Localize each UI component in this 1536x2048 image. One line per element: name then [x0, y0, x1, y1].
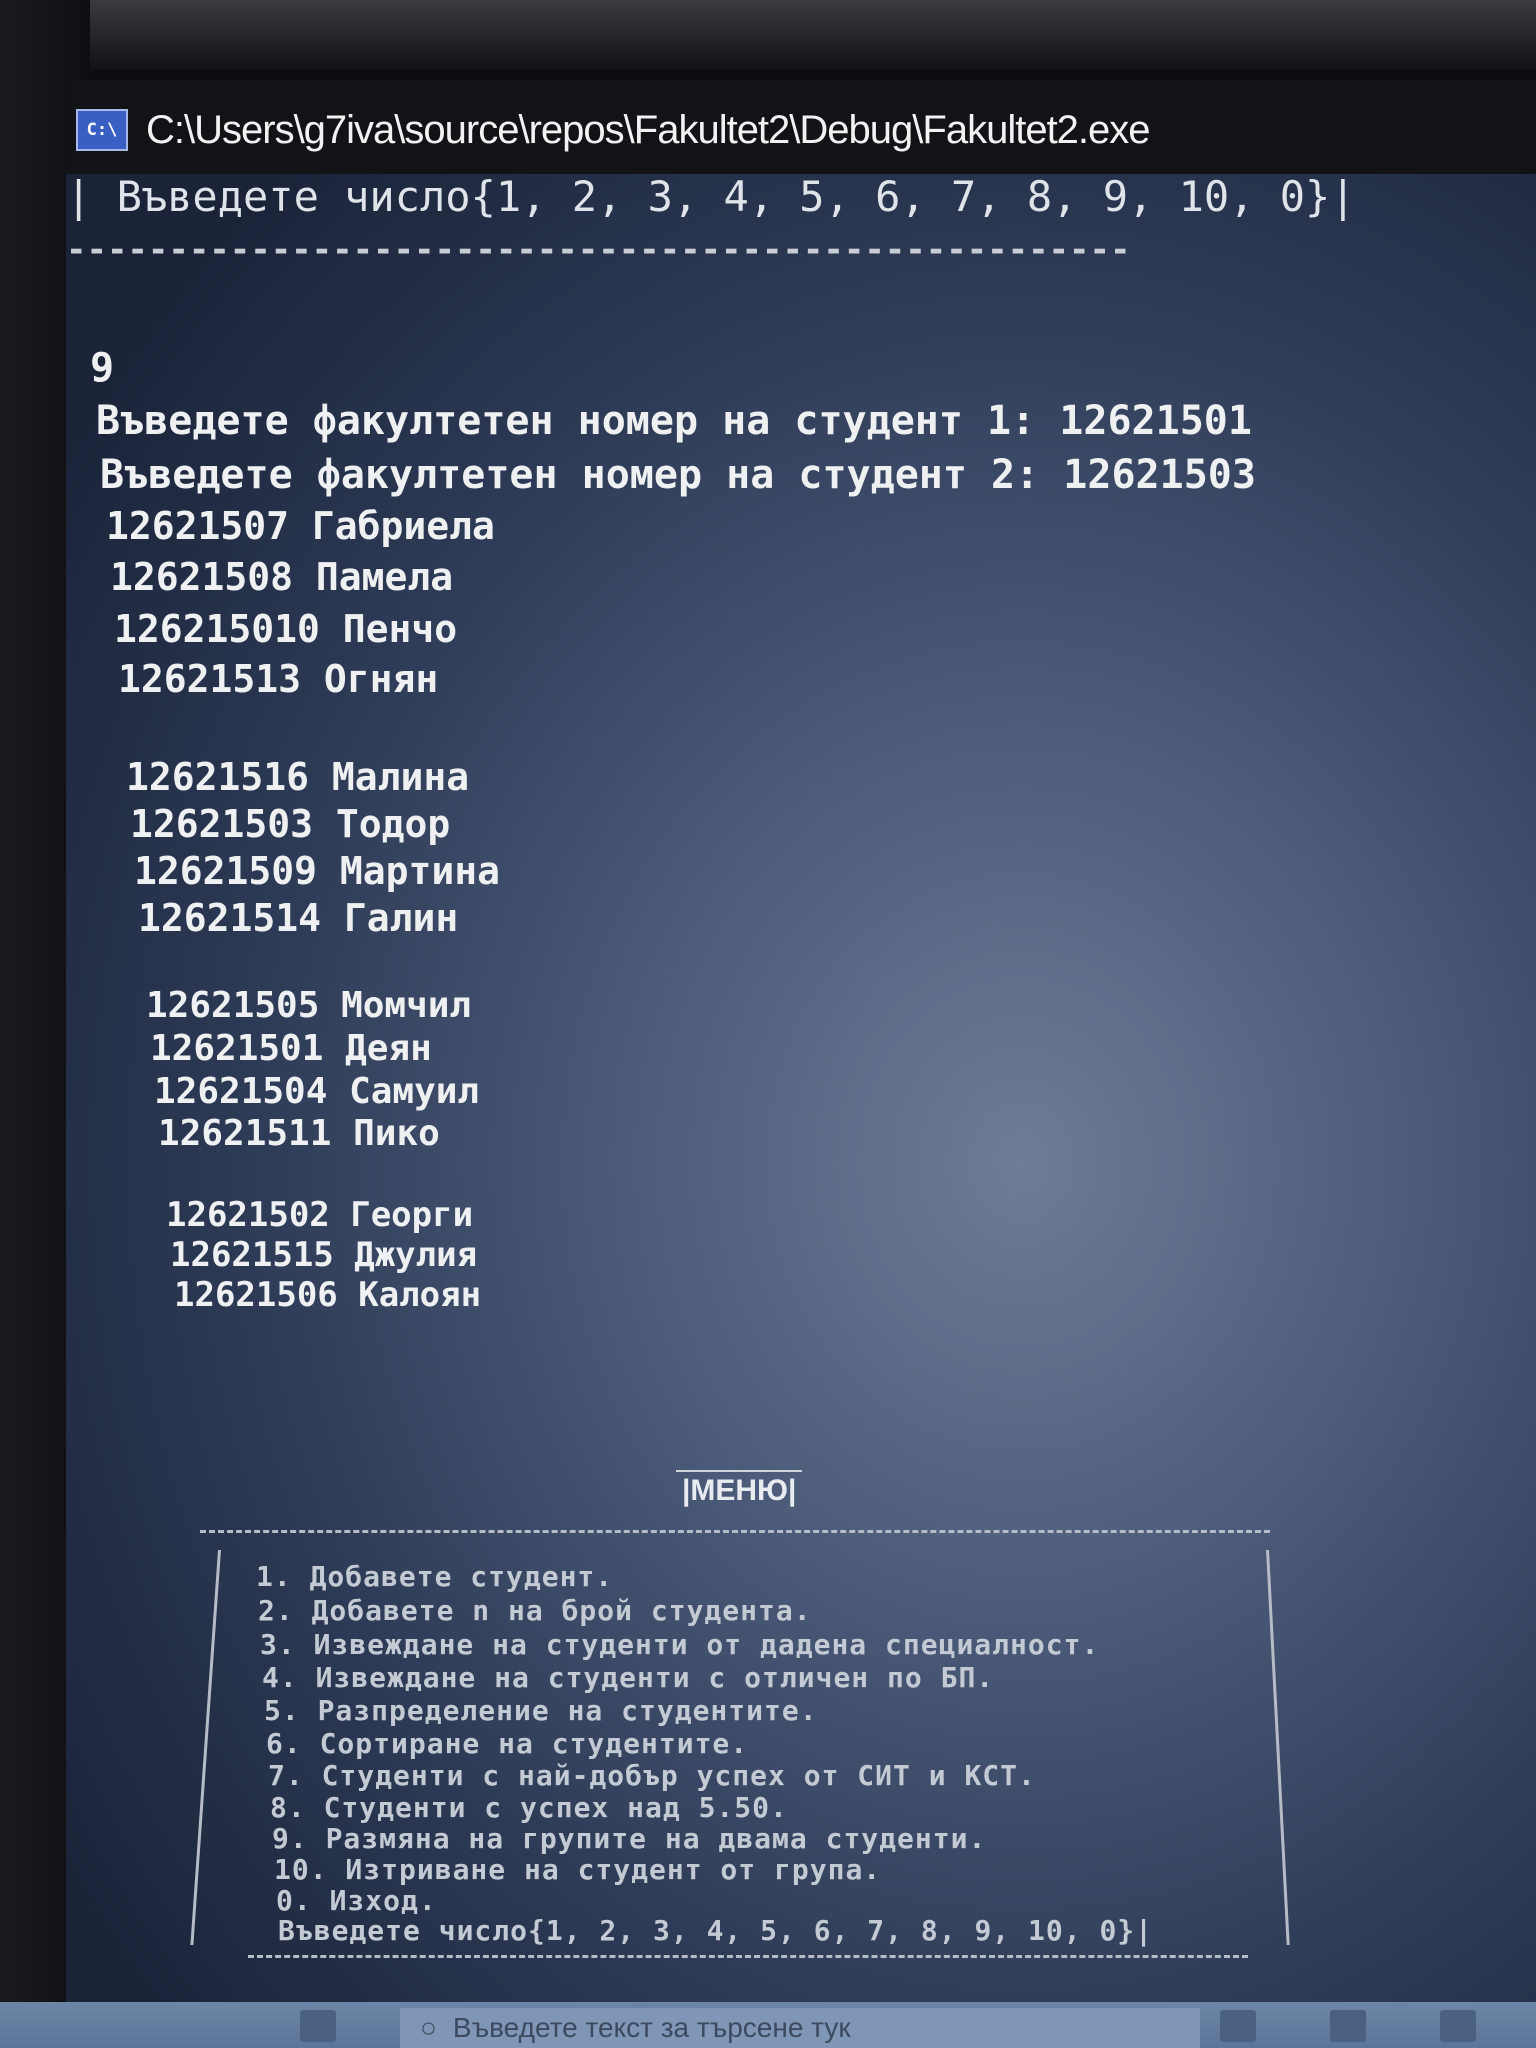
student-line: 12621508 Памела [110, 555, 454, 599]
student-line: 12621513 Огнян [118, 657, 439, 701]
student-line: 12621515 Джулия [170, 1235, 478, 1275]
student-line: 12621505 Момчил [146, 985, 472, 1026]
student-line: 12621502 Георги [166, 1195, 474, 1235]
menu-item-2: 2. Добавете n на брой студента. [258, 1594, 812, 1627]
student-line: 12621503 Тодор [130, 802, 451, 846]
menu-item-4: 4. Извеждане на студенти с отличен по БП… [262, 1661, 995, 1694]
student-line: 12621509 Мартина [134, 849, 501, 893]
menu-title: |МЕНЮ| [676, 1470, 803, 1510]
search-placeholder: Въведете текст за търсене тук [452, 2012, 851, 2043]
menu-item-5: 5. Разпределение на студентите. [264, 1694, 818, 1727]
console-app-icon: C:\ [76, 109, 128, 151]
menu-border-right [1266, 1550, 1290, 1945]
student-line: 12621504 Самуил [154, 1071, 480, 1112]
student-line: 12621507 Габриела [106, 504, 495, 548]
menu-item-10: 10. Изтриване на студент от група. [274, 1853, 882, 1886]
taskbar-search[interactable]: ○ Въведете текст за търсене тук [400, 2008, 1200, 2048]
menu-border-bottom [248, 1955, 1248, 1958]
title-area[interactable]: C:\ C:\Users\g7iva\source\repos\Fakultet… [76, 102, 1151, 158]
student-line: 12621516 Малина [126, 755, 470, 799]
menu-prompt: Въведете число{1, 2, 3, 4, 5, 6, 7, 8, 9… [278, 1914, 1154, 1947]
file-explorer-icon[interactable] [1330, 2010, 1366, 2042]
faculty-prompt-1: Въведете факултетен номер на студент 1: … [96, 398, 1252, 444]
menu-item-exit: 0. Изход. [276, 1884, 437, 1917]
monitor-bezel-top [0, 0, 1536, 70]
menu-box: 1. Добавете студент. 2. Добавете n на бр… [190, 1530, 1290, 1970]
student-line: 12621511 Пико [158, 1113, 440, 1154]
separator-line: ----------------------------------------… [66, 230, 1131, 270]
menu-item-7: 7. Студенти с най-добър успех от СИТ и К… [268, 1759, 1036, 1792]
menu-item-8: 8. Студенти с успех над 5.50. [270, 1791, 788, 1824]
taskbar: ○ Въведете текст за търсене тук [0, 2002, 1536, 2048]
search-icon: ○ [420, 2012, 437, 2043]
student-line: 12621501 Деян [150, 1028, 432, 1069]
faculty-prompt-2: Въведете факултетен номер на студент 2: … [100, 452, 1256, 498]
menu-item-3: 3. Извеждане на студенти от дадена специ… [260, 1628, 1100, 1661]
task-view-icon[interactable] [1220, 2010, 1256, 2042]
student-line: 12621514 Галин [138, 896, 459, 940]
top-prompt: | Въведете число{1, 2, 3, 4, 5, 6, 7, 8,… [66, 172, 1356, 221]
menu-border-top [200, 1530, 1270, 1533]
menu-item-9: 9. Размяна на групите на двама студенти. [272, 1822, 987, 1855]
menu-item-1: 1. Добавете студент. [256, 1560, 614, 1593]
window-title: C:\Users\g7iva\source\repos\Fakultet2\De… [146, 107, 1151, 152]
store-icon[interactable] [1440, 2010, 1476, 2042]
input-value: 9 [90, 345, 115, 391]
student-line: 126215010 Пенчо [114, 607, 458, 651]
student-line: 12621506 Калоян [174, 1275, 482, 1315]
menu-item-6: 6. Сортиране на студентите. [266, 1727, 749, 1760]
start-icon[interactable] [300, 2010, 336, 2042]
